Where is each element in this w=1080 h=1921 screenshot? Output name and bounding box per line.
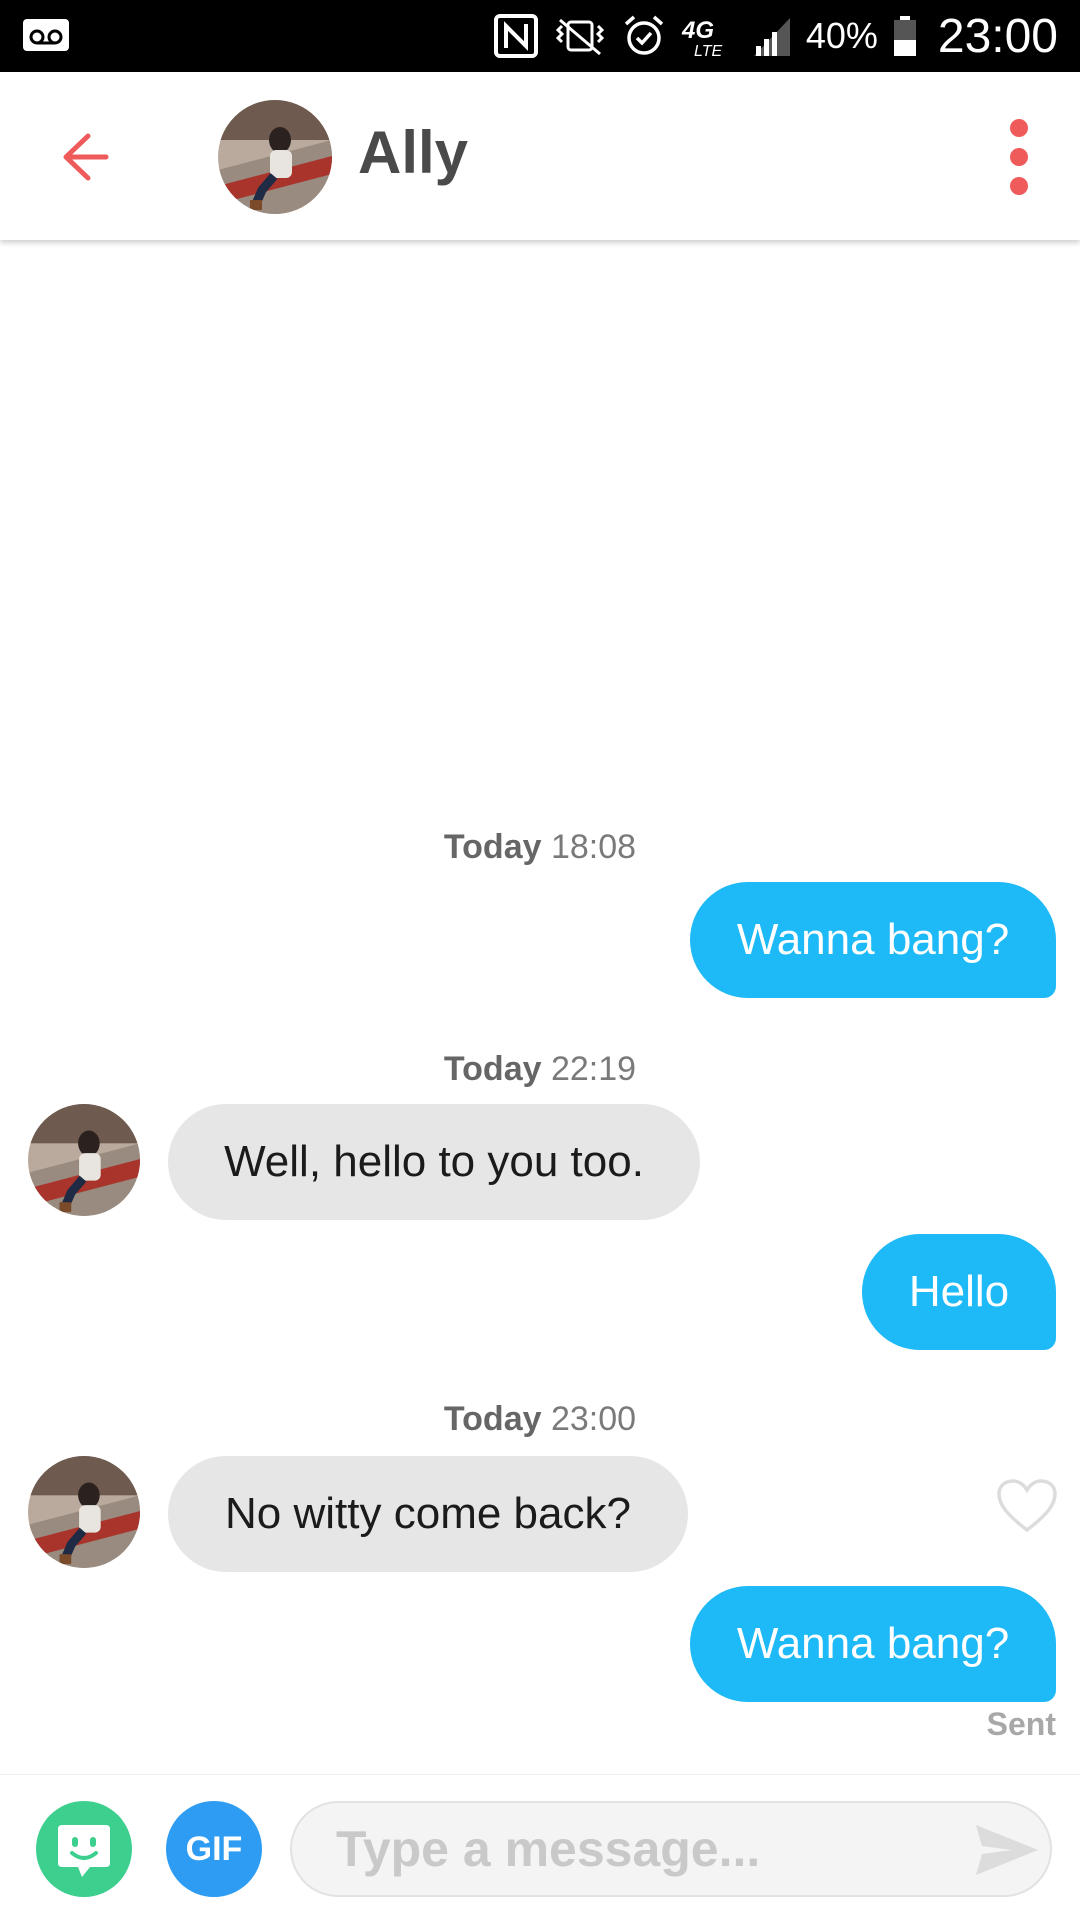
timestamp: Today 22:19 bbox=[443, 1050, 637, 1088]
battery-icon bbox=[893, 16, 916, 56]
avatar[interactable] bbox=[28, 1456, 140, 1568]
chat-header: Ally bbox=[0, 72, 1080, 240]
network-4g-lte-icon: 4G LTE bbox=[681, 17, 722, 58]
incoming-message[interactable]: Well, hello to you too. bbox=[168, 1104, 700, 1220]
timestamp: Today 18:08 bbox=[443, 828, 637, 866]
svg-text:LTE: LTE bbox=[694, 43, 722, 58]
gif-button[interactable]: GIF bbox=[166, 1801, 262, 1897]
timestamp: Today 23:00 bbox=[443, 1400, 637, 1438]
contact-name[interactable]: Ally bbox=[358, 118, 468, 187]
avatar[interactable] bbox=[218, 100, 332, 214]
avatar[interactable] bbox=[28, 1104, 140, 1216]
vibrate-icon bbox=[555, 18, 604, 56]
status-bar: 4G LTE 40% 23:00 bbox=[0, 0, 1080, 72]
signal-icon bbox=[753, 18, 790, 56]
voicemail-icon bbox=[23, 19, 69, 51]
message-composer: GIF bbox=[0, 1774, 1080, 1921]
svg-text:4G: 4G bbox=[681, 17, 714, 44]
arrow-left-icon[interactable] bbox=[48, 122, 118, 192]
outgoing-message[interactable]: Wanna bang? bbox=[690, 1586, 1056, 1702]
nfc-icon bbox=[493, 14, 538, 58]
message-input[interactable] bbox=[290, 1801, 1052, 1897]
heart-icon[interactable] bbox=[996, 1478, 1058, 1534]
outgoing-message[interactable]: Hello bbox=[862, 1234, 1056, 1350]
battery-percentage: 40% bbox=[805, 15, 878, 56]
status-clock: 23:00 bbox=[937, 9, 1058, 63]
alarm-icon bbox=[624, 15, 663, 55]
sticker-button[interactable] bbox=[36, 1801, 132, 1897]
sticker-face-icon bbox=[58, 1825, 110, 1877]
outgoing-message[interactable]: Wanna bang? bbox=[690, 882, 1056, 998]
more-vertical-icon[interactable] bbox=[984, 116, 1054, 198]
sent-status: Sent bbox=[986, 1706, 1056, 1742]
send-icon[interactable] bbox=[972, 1821, 1042, 1879]
incoming-message[interactable]: No witty come back? bbox=[168, 1456, 688, 1572]
